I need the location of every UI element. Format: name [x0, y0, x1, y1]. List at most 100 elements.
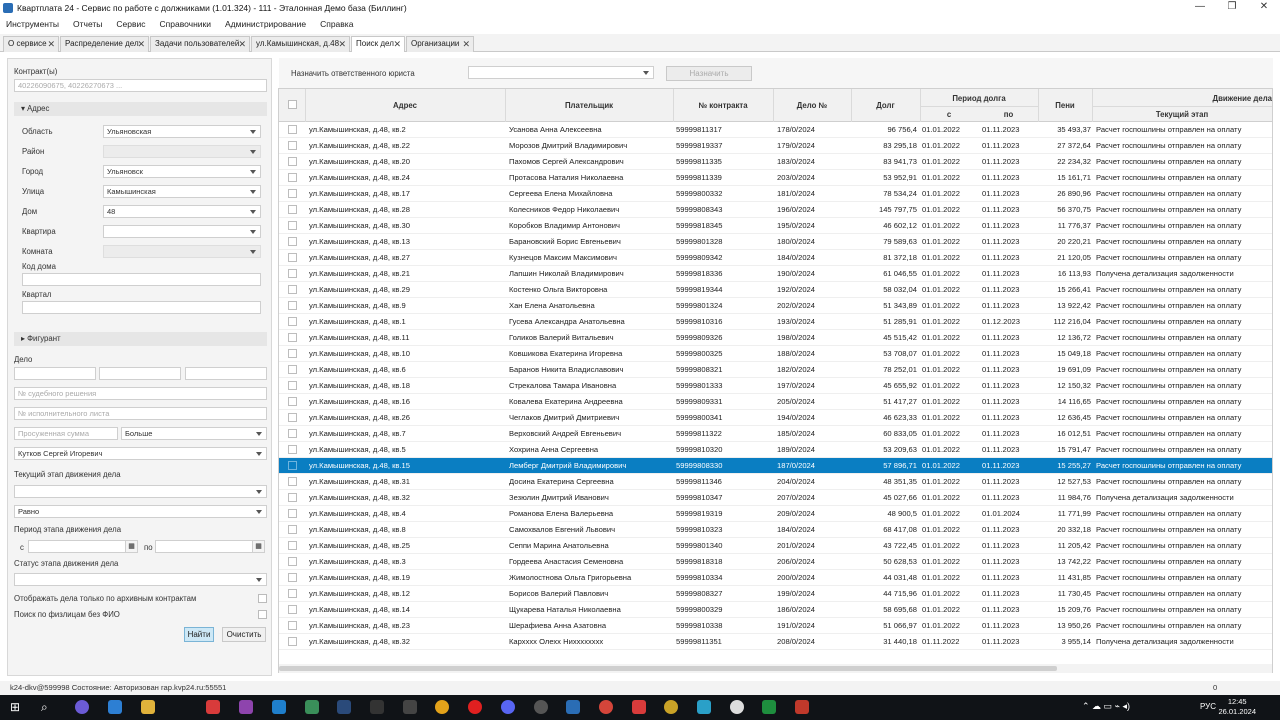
row-checkbox[interactable] [288, 269, 297, 278]
row-checkbox[interactable] [288, 301, 297, 310]
status-select[interactable] [14, 573, 267, 586]
restore-button[interactable]: ❐ [1216, 0, 1248, 15]
tab-about[interactable]: О сервисе ✕ [3, 36, 59, 52]
table-row[interactable]: ул.Камышинская, д.48, кв.16 Ковалева Екат… [279, 394, 1272, 410]
room-select[interactable] [103, 245, 261, 258]
app-icon[interactable] [697, 700, 711, 714]
row-checkbox[interactable] [288, 493, 297, 502]
close-icon[interactable]: ✕ [462, 37, 470, 51]
col-debt[interactable]: Долг [851, 101, 920, 110]
close-window-button[interactable]: ✕ [1248, 0, 1280, 15]
table-row[interactable]: ул.Камышинская, д.48, кв.25 Сеппи Марина … [279, 538, 1272, 554]
calendar-icon[interactable]: ▦ [252, 540, 265, 553]
steam-icon[interactable] [337, 700, 351, 714]
col-penalty[interactable]: Пени [1038, 101, 1092, 110]
table-row[interactable]: ул.Камышинская, д.48, кв.8 Самохвалов Евг… [279, 522, 1272, 538]
street-select[interactable]: Камышинская [103, 185, 261, 198]
row-checkbox[interactable] [288, 413, 297, 422]
app-icon[interactable] [730, 700, 744, 714]
table-row[interactable]: ул.Камышинская, д.48, кв.27 Кузнецов Макс… [279, 250, 1272, 266]
figma-icon[interactable] [239, 700, 253, 714]
table-row[interactable]: ул.Камышинская, д.48, кв.23 Шерафиева Анн… [279, 618, 1272, 634]
row-checkbox[interactable] [288, 333, 297, 342]
epic-games-icon[interactable] [370, 700, 384, 714]
row-checkbox[interactable] [288, 541, 297, 550]
city-select[interactable]: Ульяновск [103, 165, 261, 178]
app-icon[interactable] [534, 700, 548, 714]
row-checkbox[interactable] [288, 397, 297, 406]
col-stage[interactable]: Текущий этап [1092, 110, 1272, 119]
language-indicator[interactable]: РУС [1200, 702, 1216, 711]
excel-icon[interactable] [762, 700, 776, 714]
tab-case-search[interactable]: Поиск дел ✕ [351, 36, 405, 52]
table-row[interactable]: ул.Камышинская, д.48, кв.28 Колесников Фе… [279, 202, 1272, 218]
row-checkbox[interactable] [288, 221, 297, 230]
row-checkbox[interactable] [288, 461, 297, 470]
row-checkbox[interactable] [288, 525, 297, 534]
table-row[interactable]: ул.Камышинская, д.48, кв.2 Усанова Анна А… [279, 122, 1272, 138]
col-payer[interactable]: Плательщик [505, 101, 673, 110]
tab-address[interactable]: ул.Камышинская, д.48 ✕ [251, 36, 350, 52]
select-all-checkbox[interactable] [288, 100, 297, 109]
lawyer-select[interactable]: Кутков Сергей Игоревич [14, 447, 267, 460]
chrome-icon[interactable] [435, 700, 449, 714]
col-address[interactable]: Адрес [305, 101, 505, 110]
table-row[interactable]: ул.Камышинская, д.48, кв.30 Коробков Влад… [279, 218, 1272, 234]
file-explorer-icon[interactable] [141, 700, 155, 714]
tab-user-tasks[interactable]: Задачи пользователей ✕ [150, 36, 250, 52]
menu-tools[interactable]: Инструменты [6, 19, 59, 29]
horizontal-scrollbar[interactable] [279, 664, 1272, 673]
tab-organizations[interactable]: Организации ✕ [406, 36, 474, 52]
row-checkbox[interactable] [288, 445, 297, 454]
tray-icons[interactable]: ⌃ ☁ ▭ ⌁ ◂) [1082, 701, 1130, 712]
col-period-from[interactable]: с [920, 110, 978, 119]
media-app-icon[interactable] [75, 700, 89, 714]
table-row[interactable]: ул.Камышинская, д.48, кв.3 Гордеева Анаст… [279, 554, 1272, 570]
table-row[interactable]: ул.Камышинская, д.48, кв.15 Лемберг Дмитр… [279, 458, 1272, 474]
case-part3-input[interactable] [185, 367, 267, 380]
row-checkbox[interactable] [288, 509, 297, 518]
app-icon[interactable] [206, 700, 220, 714]
app-icon[interactable] [108, 700, 122, 714]
row-checkbox[interactable] [288, 557, 297, 566]
period-from-input[interactable] [28, 540, 126, 553]
row-checkbox[interactable] [288, 621, 297, 630]
close-icon[interactable]: ✕ [47, 37, 55, 51]
menu-directories[interactable]: Справочники [160, 19, 212, 29]
search-icon[interactable]: ⌕ [41, 700, 55, 714]
close-icon[interactable]: ✕ [238, 37, 246, 51]
table-row[interactable]: ул.Камышинская, д.48, кв.13 Барановский Б… [279, 234, 1272, 250]
table-row[interactable]: ул.Камышинская, д.48, кв.21 Лапшин Никола… [279, 266, 1272, 282]
row-checkbox[interactable] [288, 173, 297, 182]
table-row[interactable]: ул.Камышинская, д.48, кв.10 Ковшикова Ека… [279, 346, 1272, 362]
row-checkbox[interactable] [288, 573, 297, 582]
district-select[interactable] [103, 145, 261, 158]
clear-button[interactable]: Очистить [222, 627, 266, 642]
table-row[interactable]: ул.Камышинская, д.48, кв.5 Хохрина Анна С… [279, 442, 1272, 458]
compare-select[interactable]: Больше [121, 427, 267, 440]
tab-distribution[interactable]: Распределение дел ✕ [60, 36, 149, 52]
row-checkbox[interactable] [288, 285, 297, 294]
row-checkbox[interactable] [288, 637, 297, 646]
table-row[interactable]: ул.Камышинская, д.48, кв.14 Щукарева Ната… [279, 602, 1272, 618]
app-icon[interactable] [795, 700, 809, 714]
col-period-to[interactable]: по [979, 110, 1038, 119]
house-select[interactable]: 48 [103, 205, 261, 218]
row-checkbox[interactable] [288, 349, 297, 358]
row-checkbox[interactable] [288, 381, 297, 390]
row-checkbox[interactable] [288, 589, 297, 598]
col-contract[interactable]: № контракта [673, 101, 773, 110]
table-row[interactable]: ул.Камышинская, д.48, кв.32 Кархххх Олехх… [279, 634, 1272, 650]
table-row[interactable]: ул.Камышинская, д.48, кв.18 Стрекалова Та… [279, 378, 1272, 394]
amount-input[interactable]: Просуженная сумма [14, 427, 118, 440]
menu-help[interactable]: Справка [320, 19, 353, 29]
app-icon[interactable] [305, 700, 319, 714]
row-checkbox[interactable] [288, 317, 297, 326]
row-checkbox[interactable] [288, 365, 297, 374]
defendant-section-toggle[interactable]: ▸ Фигурант [14, 332, 267, 346]
close-icon[interactable]: ✕ [393, 37, 401, 51]
assign-button[interactable]: Назначить [666, 66, 752, 81]
clock[interactable]: 12:45 26.01.2024 [1218, 697, 1256, 717]
app-icon[interactable] [403, 700, 417, 714]
equal-select[interactable]: Равно [14, 505, 267, 518]
